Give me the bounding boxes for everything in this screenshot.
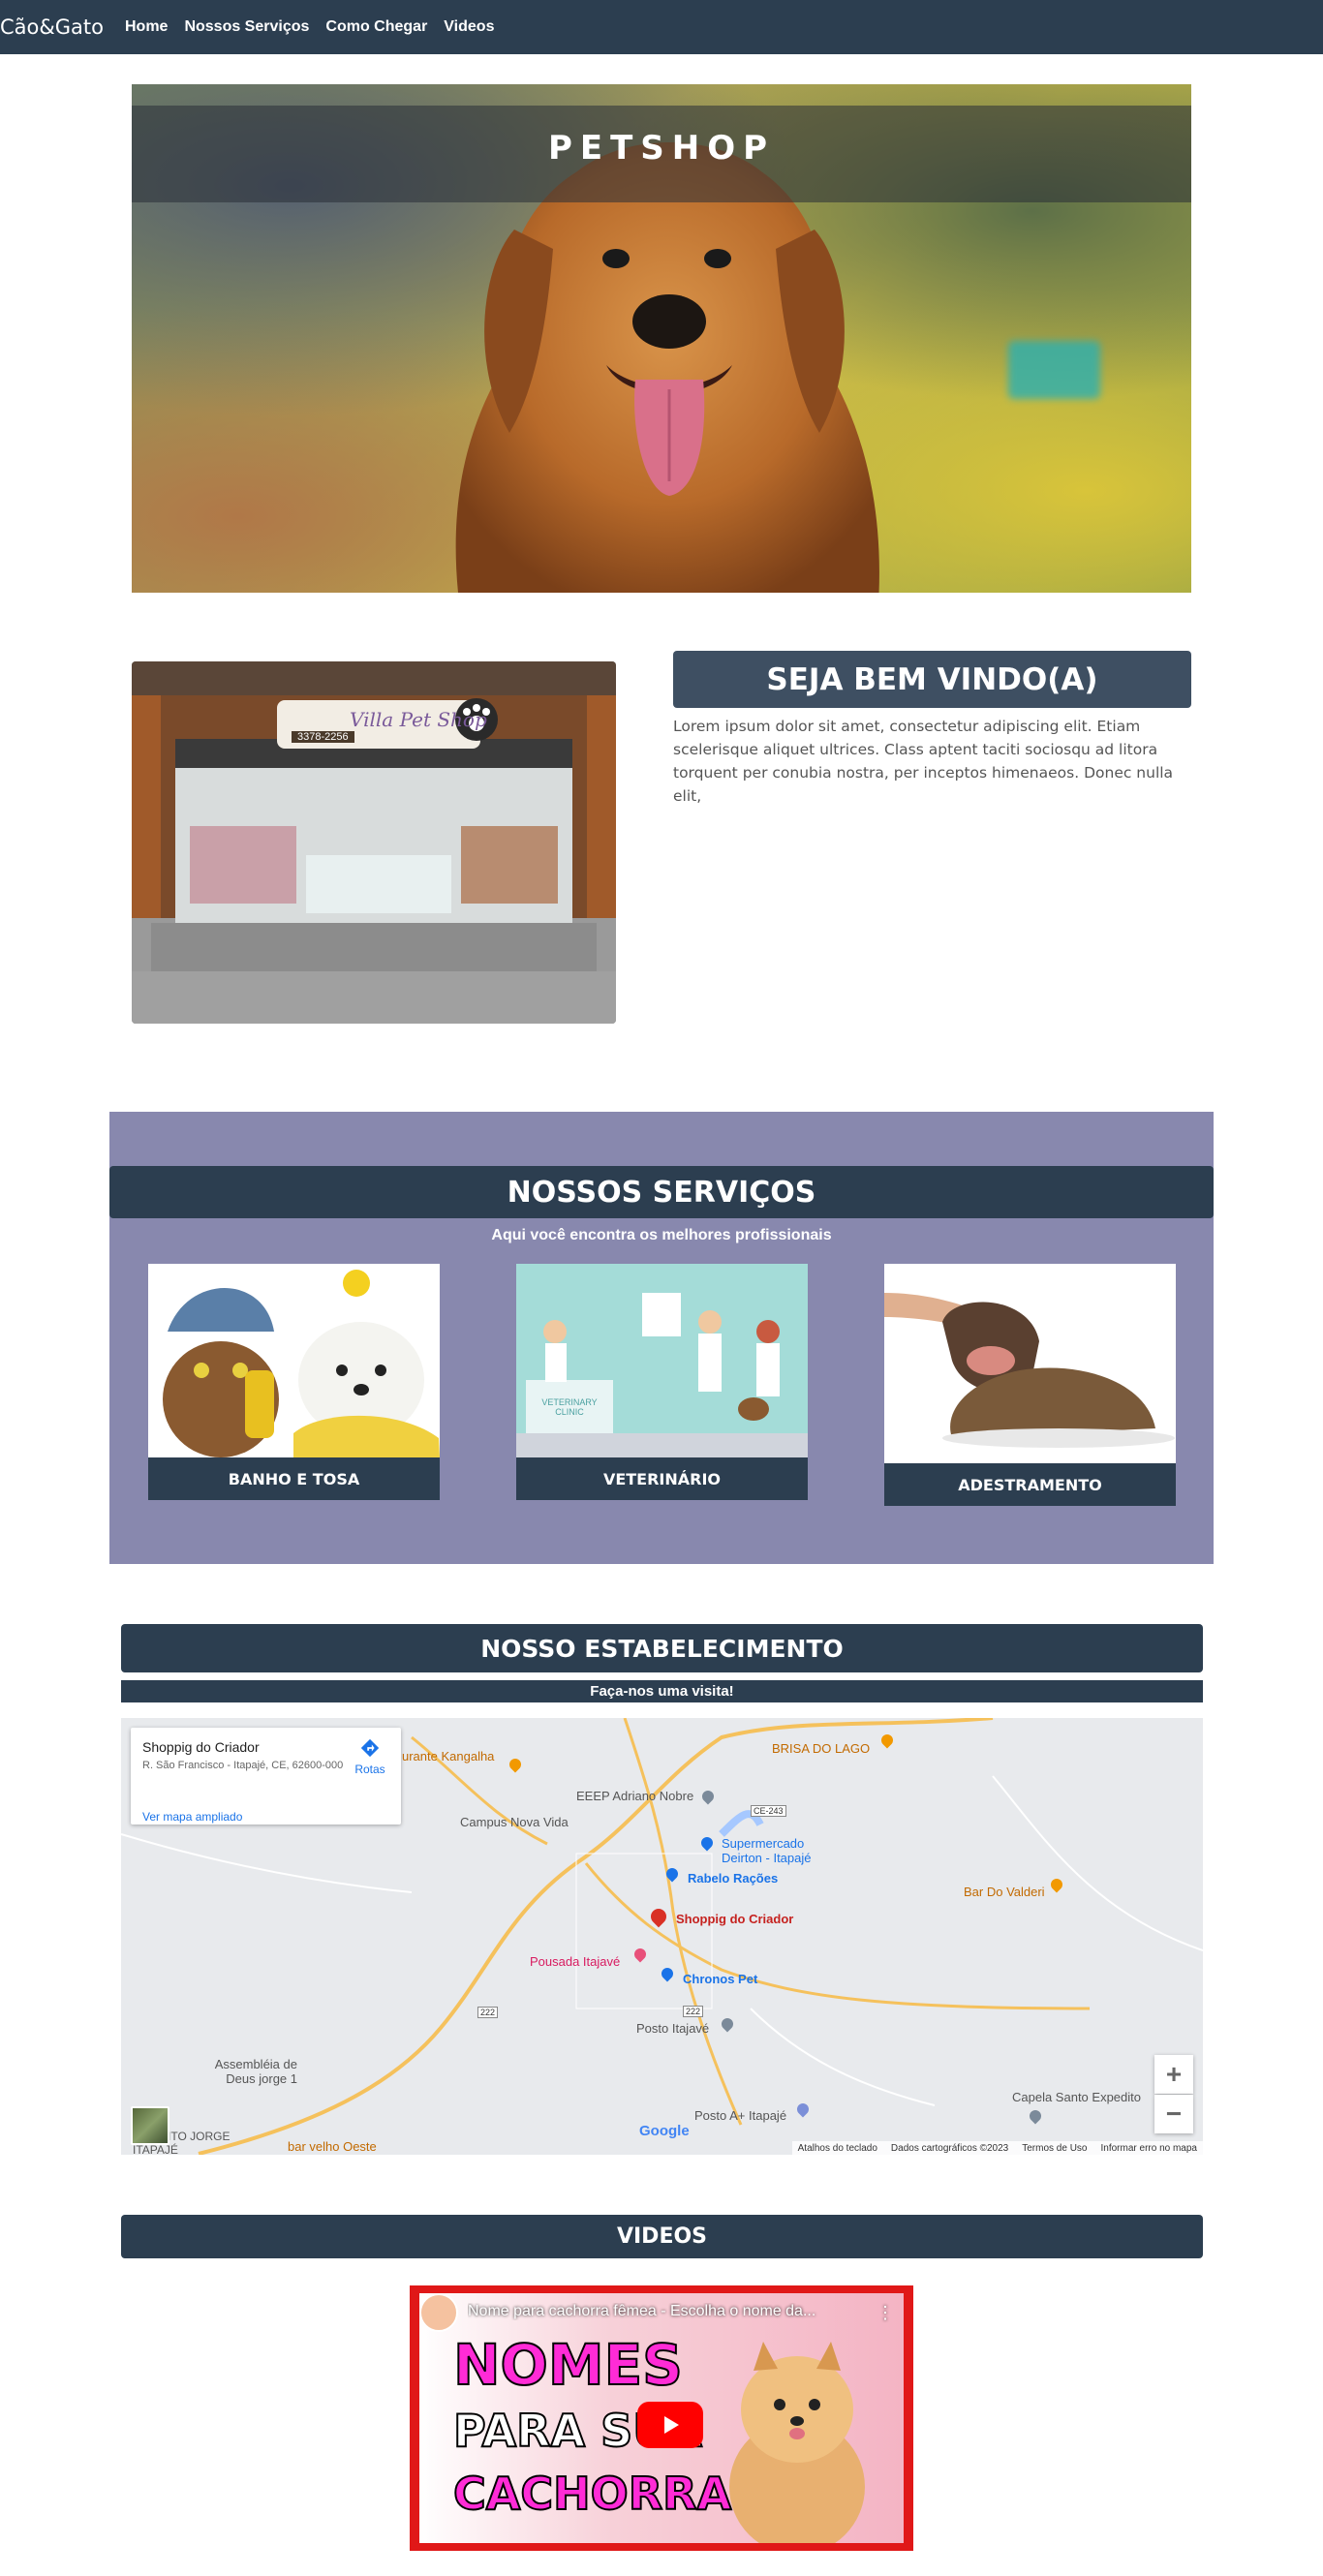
service-label-adestramento: ADESTRAMENTO <box>884 1463 1176 1506</box>
directions-icon <box>360 1738 380 1758</box>
dog-training-image <box>884 1293 1175 1448</box>
map-label-shoppig-do-criador[interactable]: Shoppig do Criador <box>676 1912 793 1926</box>
play-icon <box>664 2416 679 2434</box>
youtube-video-embed[interactable]: NOMES PARA SUA CACHORRA Nome para cachor… <box>410 2285 913 2551</box>
more-options-icon[interactable]: ⋮ <box>877 2303 894 2323</box>
zoom-out-button[interactable]: − <box>1154 2095 1193 2133</box>
directions-button[interactable]: Rotas <box>353 1737 387 1776</box>
road-shield-222-b: 222 <box>683 2006 704 2017</box>
map-label-kangalha[interactable]: urante Kangalha <box>402 1749 494 1763</box>
road-shield-ce243: CE-243 <box>751 1805 786 1817</box>
vet-clinic-sign: VETERINARY CLINIC <box>541 1397 598 1417</box>
road-shield-222-a: 222 <box>477 2007 499 2018</box>
video-thumbnail: NOMES PARA SUA CACHORRA <box>419 2293 904 2543</box>
map-place-card: Shoppig do Criador R. São Francisco - It… <box>131 1728 401 1825</box>
service-image-veterinario: VETERINARY CLINIC <box>516 1264 808 1457</box>
service-card-adestramento[interactable]: ADESTRAMENTO <box>884 1264 1176 1506</box>
service-card-banho[interactable]: BANHO E TOSA <box>148 1264 440 1500</box>
map-label-posto-a-plus[interactable]: Posto A+ Itapajé <box>694 2108 786 2123</box>
play-button[interactable] <box>637 2402 703 2448</box>
shop-sign-text: Villa Pet Shop <box>350 708 487 731</box>
map-label-posto-itajave[interactable]: Posto Itajavé <box>636 2021 709 2036</box>
service-card-veterinario[interactable]: VETERINARY CLINIC VETERINÁRIO <box>516 1264 808 1500</box>
map-label-bar-velho-oeste[interactable]: bar velho Oeste <box>288 2139 377 2154</box>
hero-background-object <box>1008 341 1100 399</box>
establishment-title: NOSSO ESTABELECIMENTO <box>121 1624 1203 1672</box>
terms-link[interactable]: Termos de Uso <box>1022 2143 1087 2154</box>
services-subtitle: Aqui você encontra os melhores profissio… <box>491 1227 832 1243</box>
service-image-adestramento <box>884 1264 1176 1463</box>
google-map[interactable]: Shoppig do Criador R. São Francisco - It… <box>121 1718 1203 2155</box>
brand-link[interactable]: Cão&Gato <box>0 15 104 39</box>
map-place-name: Shoppig do Criador <box>142 1739 260 1755</box>
videos-title: VIDEOS <box>121 2215 1203 2258</box>
map-label-campus-nova-vida[interactable]: Campus Nova Vida <box>460 1815 569 1829</box>
satellite-toggle-button[interactable] <box>131 2106 169 2145</box>
directions-label: Rotas <box>354 1763 385 1776</box>
welcome-text: Lorem ipsum dolor sit amet, consectetur … <box>673 718 1174 805</box>
establishment-subtitle: Faça-nos uma visita! <box>121 1680 1203 1702</box>
google-logo: Google <box>639 2123 690 2139</box>
map-label-pousada-itajave[interactable]: Pousada Itajavé <box>530 1954 620 1969</box>
map-label-supermercado[interactable]: Supermercado Deirton - Itapajé <box>722 1836 818 1865</box>
map-label-capela[interactable]: Capela Santo Expedito <box>1012 2090 1141 2104</box>
services-section: NOSSOS SERVIÇOS Aqui você encontra os me… <box>109 1112 1214 1564</box>
shop-phone-text: 3378-2256 <box>292 731 354 743</box>
shop-front-image: Villa Pet Shop 3378-2256 <box>132 661 616 1024</box>
map-footer: Atalhos do teclado Dados cartográficos ©… <box>791 2141 1203 2155</box>
hero-banner: PETSHOP <box>132 84 1191 593</box>
map-label-chronos-pet[interactable]: Chronos Pet <box>683 1972 757 1986</box>
navbar: Cão&Gato Home Nossos Serviços Como Chega… <box>0 0 1323 54</box>
map-label-bar-do-valderi[interactable]: Bar Do Valderi <box>964 1885 1045 1899</box>
map-label-eeep[interactable]: EEEP Adriano Nobre <box>576 1789 693 1803</box>
service-label-banho: BANHO E TOSA <box>148 1457 440 1500</box>
google-logo-text: Google <box>639 2123 690 2139</box>
nav-link-videos[interactable]: Videos <box>444 18 494 36</box>
services-title: NOSSOS SERVIÇOS <box>109 1166 1214 1218</box>
nav-link-servicos[interactable]: Nossos Serviços <box>184 18 309 36</box>
keyboard-shortcuts-link[interactable]: Atalhos do teclado <box>798 2143 877 2154</box>
service-label-veterinario: VETERINÁRIO <box>516 1457 808 1500</box>
cat-dog-bath-image <box>163 1270 440 1457</box>
report-error-link[interactable]: Informar erro no mapa <box>1101 2143 1198 2154</box>
hero-title: PETSHOP <box>547 129 776 168</box>
view-larger-map-link[interactable]: Ver mapa ampliado <box>142 1810 242 1824</box>
map-label-brisa-do-lago[interactable]: BRISA DO LAGO <box>772 1741 870 1756</box>
nav-link-home[interactable]: Home <box>125 18 168 36</box>
map-data-text: Dados cartográficos ©2023 <box>890 2142 1009 2154</box>
thumbnail-line-1: NOMES <box>452 2331 684 2399</box>
map-label-assembleia[interactable]: Assembléia de Deus jorge 1 <box>200 2057 297 2086</box>
map-place-address: R. São Francisco - Itapajé, CE, 62600-00… <box>142 1760 344 1771</box>
zoom-in-button[interactable]: + <box>1154 2055 1193 2094</box>
service-image-banho <box>148 1264 440 1457</box>
veterinary-clinic-illustration <box>516 1264 808 1457</box>
nav-link-como-chegar[interactable]: Como Chegar <box>325 18 427 36</box>
thumbnail-line-3: CACHORRA <box>452 2467 732 2521</box>
map-label-rabelo-racoes[interactable]: Rabelo Rações <box>688 1871 778 1886</box>
video-title[interactable]: Nome para cachorra fêmea - Escolha o nom… <box>468 2303 855 2320</box>
welcome-title: SEJA BEM VINDO(A) <box>673 651 1191 708</box>
channel-avatar[interactable] <box>419 2293 458 2332</box>
